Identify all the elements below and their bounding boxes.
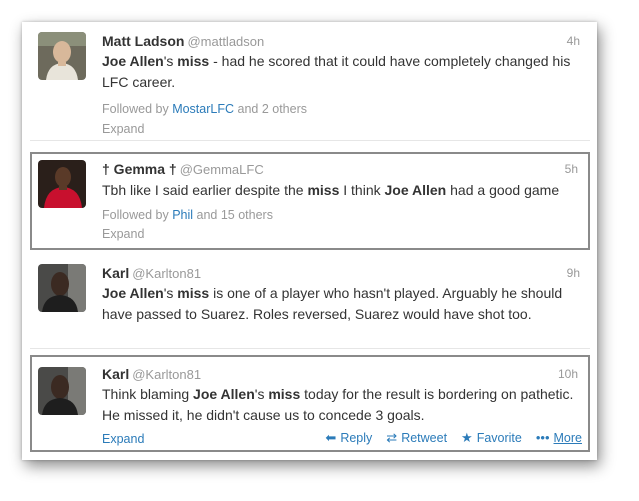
tweet-actions: ⬅ Reply ⇄ Retweet ★ Favorite ••• More (325, 430, 582, 446)
text-segment: 's (163, 285, 178, 301)
reply-icon: ⬅ (325, 430, 337, 445)
expand-link[interactable]: Expand (102, 431, 144, 447)
screen-name[interactable]: @Karlton81 (132, 367, 201, 382)
text-keyword: Joe Allen (193, 386, 255, 402)
text-segment: Think blaming (102, 386, 194, 402)
followed-by-link[interactable]: MostarLFC (172, 102, 234, 116)
text-segment: I think (339, 182, 385, 198)
followed-by: Followed by Phil and 15 others (102, 207, 273, 223)
avatar[interactable] (38, 367, 86, 415)
retweet-label: Retweet (401, 431, 448, 445)
tweet[interactable]: Karl @Karlton81 10h Think blaming Joe All… (30, 355, 590, 452)
avatar[interactable] (38, 160, 86, 208)
favorite-label: Favorite (476, 431, 522, 445)
favorite-button[interactable]: ★ Favorite (461, 430, 522, 446)
expand-link[interactable]: Expand (102, 226, 144, 242)
tweet[interactable]: Karl @Karlton81 9h Joe Allen's miss is on… (30, 256, 590, 349)
more-icon: ••• (535, 430, 550, 445)
retweet-icon: ⇄ (386, 430, 398, 445)
tweet-text: Tbh like I said earlier despite the miss… (102, 180, 578, 201)
followed-by-prefix: Followed by (102, 208, 173, 222)
display-name[interactable]: Matt Ladson (102, 33, 184, 49)
text-segment: 's (254, 386, 269, 402)
favorite-icon: ★ (461, 430, 473, 445)
text-keyword: miss (268, 386, 301, 402)
text-keyword: miss (177, 285, 210, 301)
text-segment: 's (163, 53, 178, 69)
screen-name[interactable]: @mattladson (187, 34, 264, 49)
text-keyword: Joe Allen (102, 285, 164, 301)
followed-by-suffix: and 2 others (234, 102, 307, 116)
tweet-text: Think blaming Joe Allen's miss today for… (102, 384, 578, 426)
tweet-timeline: Matt Ladson @mattladson 4h Joe Allen's mi… (22, 22, 597, 460)
text-keyword: Joe Allen (384, 182, 447, 198)
text-keyword: Joe Allen (102, 53, 164, 69)
followed-by-link[interactable]: Phil (172, 208, 193, 222)
reply-button[interactable]: ⬅ Reply (325, 430, 372, 446)
expand-link[interactable]: Expand (102, 121, 144, 137)
reply-label: Reply (340, 431, 373, 445)
followed-by-suffix: and 15 others (193, 208, 273, 222)
timestamp[interactable]: 5h (565, 160, 578, 178)
text-segment: had a good game (446, 182, 560, 198)
timestamp[interactable]: 4h (567, 32, 580, 50)
tweet[interactable]: † Gemma † @GemmaLFC 5h Tbh like I said ea… (30, 152, 590, 250)
screen-name[interactable]: @Karlton81 (132, 266, 201, 281)
tweet[interactable]: Matt Ladson @mattladson 4h Joe Allen's mi… (30, 22, 590, 141)
avatar[interactable] (38, 264, 86, 312)
text-keyword: miss (307, 182, 340, 198)
followed-by-prefix: Followed by (102, 102, 173, 116)
retweet-button[interactable]: ⇄ Retweet (386, 430, 447, 446)
timestamp[interactable]: 9h (567, 264, 580, 282)
more-button[interactable]: ••• More (536, 430, 582, 446)
display-name[interactable]: Karl (102, 366, 129, 382)
followed-by: Followed by MostarLFC and 2 others (102, 101, 307, 117)
avatar[interactable] (38, 32, 86, 80)
display-name[interactable]: † Gemma † (102, 161, 177, 177)
more-label: More (553, 431, 582, 445)
text-keyword: miss (177, 53, 210, 69)
text-segment: Tbh like I said earlier despite the (102, 182, 308, 198)
timestamp[interactable]: 10h (558, 365, 578, 383)
display-name[interactable]: Karl (102, 265, 129, 281)
screen-name[interactable]: @GemmaLFC (180, 162, 264, 177)
tweet-text: Joe Allen's miss is one of a player who … (102, 283, 580, 325)
tweet-text: Joe Allen's miss - had he scored that it… (102, 51, 580, 93)
